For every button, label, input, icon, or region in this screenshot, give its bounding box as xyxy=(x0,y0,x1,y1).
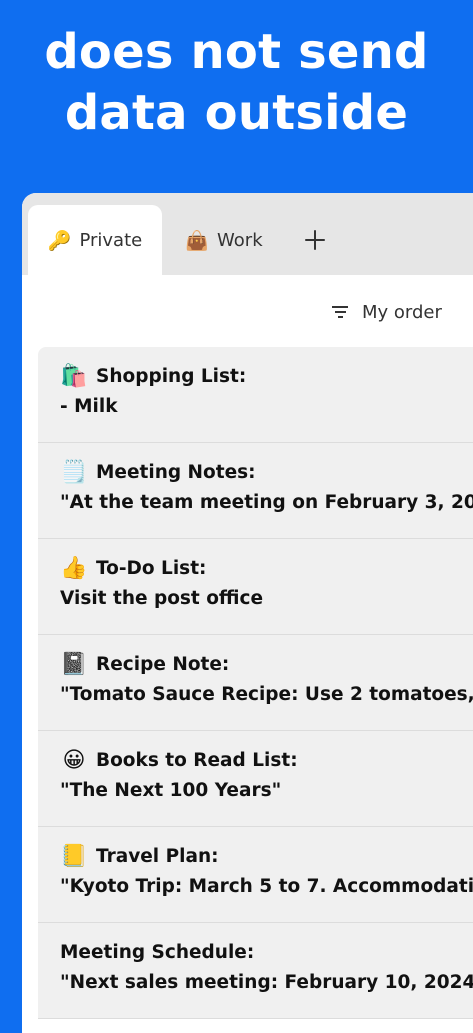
note-title: 🛍️ Shopping List: xyxy=(60,363,473,391)
note-preview: "At the team meeting on February 3, 2024 xyxy=(60,492,473,513)
note-preview: "Next sales meeting: February 10, 2024, xyxy=(60,972,473,993)
notebook-icon: 📓 xyxy=(60,652,88,677)
note-title: Meeting Schedule: xyxy=(60,939,473,967)
note-item-meeting-schedule[interactable]: Meeting Schedule: "Next sales meeting: F… xyxy=(38,923,473,1019)
grinning-face-icon: 😀 xyxy=(62,748,86,773)
promo-headline: does not send data outside xyxy=(0,22,473,144)
note-title-text: Meeting Schedule: xyxy=(60,942,255,963)
note-preview: Visit the post office xyxy=(60,588,264,609)
key-icon: 🔑 xyxy=(47,229,72,252)
headline-line-2: data outside xyxy=(64,85,409,141)
ledger-icon: 📒 xyxy=(60,844,88,869)
note-preview: "Tomato Sauce Recipe: Use 2 tomatoes, xyxy=(60,684,473,705)
plus-icon xyxy=(305,230,325,250)
thumbs-up-icon: 👍 xyxy=(60,556,88,581)
note-title-text: Meeting Notes: xyxy=(96,462,256,483)
shopping-bags-icon: 🛍️ xyxy=(60,364,88,389)
note-title-text: To-Do List: xyxy=(96,558,207,579)
note-preview: - Milk xyxy=(60,396,118,417)
note-title: 🗒️ Meeting Notes: xyxy=(60,459,473,487)
note-item-travel-plan[interactable]: 📒 Travel Plan: "Kyoto Trip: March 5 to 7… xyxy=(38,827,473,923)
note-item-shopping-list[interactable]: 🛍️ Shopping List: - Milk xyxy=(38,347,473,443)
note-item-meeting-notes[interactable]: 🗒️ Meeting Notes: "At the team meeting o… xyxy=(38,443,473,539)
headline-line-1: does not send xyxy=(44,24,429,80)
tab-work-label: Work xyxy=(217,229,263,251)
sort-order-button[interactable]: My order xyxy=(332,297,442,327)
add-tab-button[interactable] xyxy=(298,205,332,275)
sort-lines-icon xyxy=(332,306,348,318)
note-preview: "The Next 100 Years" xyxy=(60,780,282,801)
note-title: 👍 To-Do List: xyxy=(60,555,473,583)
note-item-books-to-read[interactable]: 😀 Books to Read List: "The Next 100 Year… xyxy=(38,731,473,827)
note-title: 😀 Books to Read List: xyxy=(60,747,473,775)
note-title: 📓 Recipe Note: xyxy=(60,651,473,679)
note-title: 📒 Travel Plan: xyxy=(60,843,473,871)
tab-work[interactable]: 👜 Work xyxy=(174,205,274,275)
tab-private-label: Private xyxy=(79,229,143,251)
tab-bar: 🔑 Private 👜 Work xyxy=(22,193,473,275)
note-item-recipe-note[interactable]: 📓 Recipe Note: "Tomato Sauce Recipe: Use… xyxy=(38,635,473,731)
tab-private[interactable]: 🔑 Private xyxy=(28,205,162,275)
sort-order-label: My order xyxy=(362,301,442,323)
note-title-text: Shopping List: xyxy=(96,366,247,387)
app-panel: 🔑 Private 👜 Work My order 🛍️ Shopping Li… xyxy=(22,193,473,1033)
notes-list: 🛍️ Shopping List: - Milk 🗒️ Meeting Note… xyxy=(38,347,473,1019)
note-title-text: Travel Plan: xyxy=(96,846,219,867)
note-title-text: Books to Read List: xyxy=(96,750,298,771)
notepad-icon: 🗒️ xyxy=(60,460,88,485)
handbag-icon: 👜 xyxy=(185,229,210,252)
note-title-text: Recipe Note: xyxy=(96,654,230,675)
note-preview: "Kyoto Trip: March 5 to 7. Accommodation xyxy=(60,876,473,897)
note-item-to-do-list[interactable]: 👍 To-Do List: Visit the post office xyxy=(38,539,473,635)
